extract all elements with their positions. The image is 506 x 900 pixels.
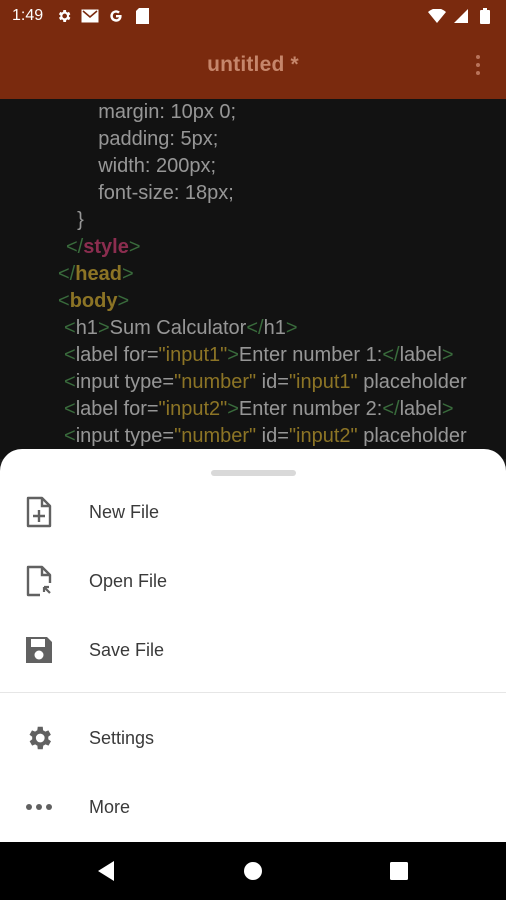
- save-icon: [22, 633, 56, 667]
- status-icons-right: [428, 7, 494, 25]
- back-icon[interactable]: [94, 859, 118, 883]
- more-vert-icon[interactable]: [466, 51, 490, 79]
- more-horiz-icon: [22, 790, 56, 824]
- menu-divider: [0, 692, 506, 693]
- menu-item-open-file[interactable]: Open File: [0, 548, 506, 614]
- status-time: 1:49: [12, 6, 44, 24]
- status-bar: 1:49: [0, 0, 506, 31]
- menu-item-label: More: [89, 796, 131, 817]
- wifi-icon: [428, 7, 446, 25]
- menu-item-more[interactable]: More: [0, 774, 506, 840]
- menu-item-save-file[interactable]: Save File: [0, 617, 506, 683]
- gear-icon: [55, 7, 73, 25]
- menu-item-label: Settings: [89, 727, 155, 748]
- sd-card-icon: [133, 7, 151, 25]
- battery-icon: [476, 7, 494, 25]
- menu-item-label: Save File: [89, 639, 165, 660]
- new-file-icon: [22, 495, 56, 529]
- drag-handle[interactable]: [211, 470, 296, 476]
- open-file-icon: [22, 564, 56, 598]
- document-title[interactable]: untitled *: [207, 53, 299, 77]
- menu-item-label: Open File: [89, 570, 168, 591]
- home-icon[interactable]: [241, 859, 265, 883]
- google-icon: [107, 7, 125, 25]
- menu-item-settings[interactable]: Settings: [0, 705, 506, 771]
- recents-icon[interactable]: [387, 859, 411, 883]
- menu-item-new-file[interactable]: New File: [0, 479, 506, 545]
- scrim[interactable]: [0, 99, 506, 459]
- mail-icon: [81, 7, 99, 25]
- gear-icon: [22, 721, 56, 755]
- status-icons-left: [55, 7, 151, 25]
- signal-icon: [452, 7, 470, 25]
- bottom-sheet-menu: New File Open File Save File Settings Mo…: [0, 449, 506, 842]
- menu-item-label: New File: [89, 501, 160, 522]
- app-bar: untitled *: [0, 31, 506, 99]
- screen: 1:49 untitled * margin: 10px 0; padding:…: [0, 0, 506, 900]
- system-nav-bar: [0, 842, 506, 900]
